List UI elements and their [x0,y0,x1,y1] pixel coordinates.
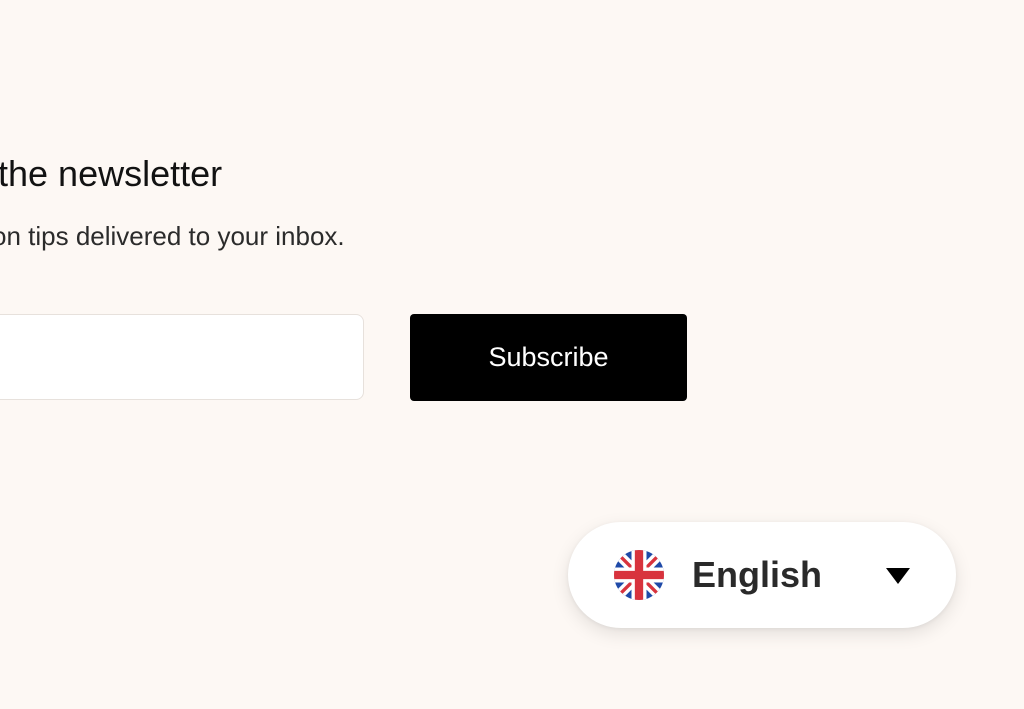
subscribe-button[interactable]: Subscribe [410,314,687,401]
uk-flag-icon [614,550,664,600]
email-input[interactable] [0,314,364,400]
language-switcher[interactable]: English [568,522,956,628]
language-label: English [692,554,823,595]
caret-down-icon [886,568,910,584]
newsletter-subtitle: on tips delivered to your inbox. [0,221,345,251]
newsletter-title: the newsletter [0,153,223,194]
